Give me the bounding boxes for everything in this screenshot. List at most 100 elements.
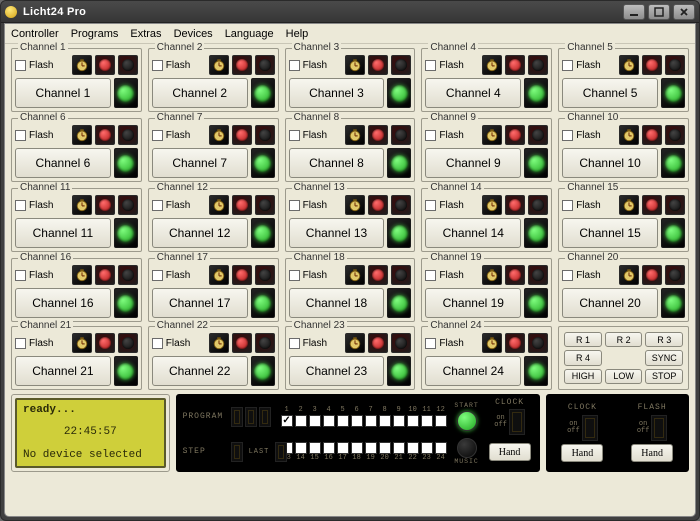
step-box[interactable] <box>379 442 391 454</box>
flash-checkbox[interactable] <box>425 338 436 349</box>
timer-icon[interactable] <box>209 265 229 285</box>
channel-button[interactable]: Channel 5 <box>562 78 658 108</box>
step-box[interactable] <box>421 415 433 427</box>
channel-button[interactable]: Channel 21 <box>15 356 111 386</box>
step-box[interactable] <box>435 442 447 454</box>
timer-icon[interactable] <box>482 333 502 353</box>
step-box[interactable] <box>365 442 377 454</box>
flash-checkbox[interactable] <box>289 130 300 141</box>
flash-checkbox[interactable] <box>15 130 26 141</box>
flash-checkbox[interactable] <box>152 200 163 211</box>
timer-icon[interactable] <box>482 55 502 75</box>
channel-button[interactable]: Channel 18 <box>289 288 385 318</box>
flash-checkbox[interactable] <box>425 60 436 71</box>
timer-icon[interactable] <box>619 125 639 145</box>
channel-button[interactable]: Channel 11 <box>15 218 111 248</box>
timer-icon[interactable] <box>482 265 502 285</box>
channel-button[interactable]: Channel 9 <box>425 148 521 178</box>
step-box[interactable] <box>309 442 321 454</box>
step-box[interactable] <box>295 442 307 454</box>
flash-checkbox[interactable] <box>152 130 163 141</box>
step-box[interactable] <box>351 442 363 454</box>
maximize-button[interactable] <box>648 4 670 20</box>
flash-checkbox[interactable] <box>562 270 573 281</box>
channel-button[interactable]: Channel 16 <box>15 288 111 318</box>
flash-checkbox[interactable] <box>425 270 436 281</box>
timer-icon[interactable] <box>482 195 502 215</box>
channel-button[interactable]: Channel 17 <box>152 288 248 318</box>
timer-icon[interactable] <box>482 125 502 145</box>
flash-checkbox[interactable] <box>15 200 26 211</box>
r-button-stop[interactable]: STOP <box>645 369 683 384</box>
step-box[interactable] <box>281 415 293 427</box>
timer-icon[interactable] <box>209 333 229 353</box>
step-box[interactable] <box>365 415 377 427</box>
step-box[interactable] <box>351 415 363 427</box>
timer-icon[interactable] <box>345 125 365 145</box>
menu-programs[interactable]: Programs <box>71 28 119 40</box>
channel-button[interactable]: Channel 24 <box>425 356 521 386</box>
channel-button[interactable]: Channel 12 <box>152 218 248 248</box>
timer-icon[interactable] <box>72 195 92 215</box>
r-button-high[interactable]: HIGH <box>564 369 602 384</box>
r-button-r 4[interactable]: R 4 <box>564 350 602 365</box>
channel-button[interactable]: Channel 2 <box>152 78 248 108</box>
flash-checkbox[interactable] <box>562 200 573 211</box>
flash-checkbox[interactable] <box>152 60 163 71</box>
step-box[interactable] <box>393 442 405 454</box>
menu-controller[interactable]: Controller <box>11 28 59 40</box>
step-box[interactable] <box>407 442 419 454</box>
step-box[interactable] <box>323 415 335 427</box>
timer-icon[interactable] <box>345 195 365 215</box>
flash-checkbox[interactable] <box>289 200 300 211</box>
timer-icon[interactable] <box>209 195 229 215</box>
music-led[interactable] <box>457 438 477 458</box>
flash-checkbox[interactable] <box>15 270 26 281</box>
channel-button[interactable]: Channel 7 <box>152 148 248 178</box>
channel-button[interactable]: Channel 19 <box>425 288 521 318</box>
right-clock-hand-button[interactable]: Hand <box>561 444 603 462</box>
channel-button[interactable]: Channel 6 <box>15 148 111 178</box>
channel-button[interactable]: Channel 20 <box>562 288 658 318</box>
step-box[interactable] <box>435 415 447 427</box>
right-flash-hand-button[interactable]: Hand <box>631 444 673 462</box>
timer-icon[interactable] <box>209 125 229 145</box>
r-button-r 2[interactable]: R 2 <box>605 332 643 347</box>
r-button-r 3[interactable]: R 3 <box>645 332 683 347</box>
channel-button[interactable]: Channel 14 <box>425 218 521 248</box>
flash-checkbox[interactable] <box>15 338 26 349</box>
close-button[interactable] <box>673 4 695 20</box>
timer-icon[interactable] <box>72 265 92 285</box>
minimize-button[interactable] <box>623 4 645 20</box>
r-button-sync[interactable]: SYNC <box>645 350 683 365</box>
timer-icon[interactable] <box>72 55 92 75</box>
flash-checkbox[interactable] <box>562 60 573 71</box>
channel-button[interactable]: Channel 3 <box>289 78 385 108</box>
flash-checkbox[interactable] <box>289 270 300 281</box>
channel-button[interactable]: Channel 15 <box>562 218 658 248</box>
flash-checkbox[interactable] <box>425 200 436 211</box>
step-box[interactable] <box>421 442 433 454</box>
flash-checkbox[interactable] <box>152 338 163 349</box>
menu-extras[interactable]: Extras <box>130 28 161 40</box>
timer-icon[interactable] <box>619 55 639 75</box>
flash-checkbox[interactable] <box>425 130 436 141</box>
timer-icon[interactable] <box>619 265 639 285</box>
timer-icon[interactable] <box>209 55 229 75</box>
channel-button[interactable]: Channel 23 <box>289 356 385 386</box>
menu-devices[interactable]: Devices <box>174 28 213 40</box>
start-led[interactable] <box>457 411 477 431</box>
channel-button[interactable]: Channel 10 <box>562 148 658 178</box>
r-button-r 1[interactable]: R 1 <box>564 332 602 347</box>
channel-button[interactable]: Channel 1 <box>15 78 111 108</box>
r-button-low[interactable]: LOW <box>605 369 643 384</box>
channel-button[interactable]: Channel 22 <box>152 356 248 386</box>
channel-button[interactable]: Channel 13 <box>289 218 385 248</box>
flash-checkbox[interactable] <box>289 338 300 349</box>
step-box[interactable] <box>337 415 349 427</box>
flash-checkbox[interactable] <box>15 60 26 71</box>
flash-checkbox[interactable] <box>289 60 300 71</box>
timer-icon[interactable] <box>72 125 92 145</box>
menu-help[interactable]: Help <box>286 28 309 40</box>
step-box[interactable] <box>407 415 419 427</box>
